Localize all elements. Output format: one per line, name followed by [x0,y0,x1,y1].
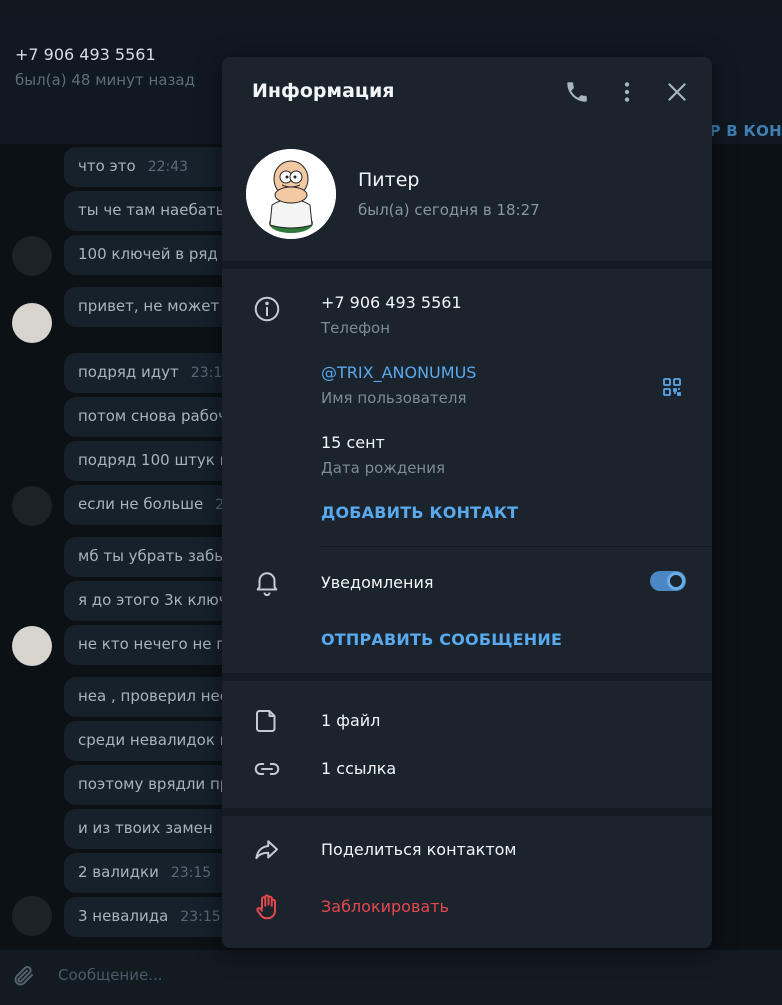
message-text: ты че там наебать [78,201,225,219]
message-text: 3 невалида [78,907,169,925]
chat-status: был(а) 48 минут назад [15,71,195,89]
info-panel: Информация Питер был(а) сегодня в 18:27 … [222,57,712,948]
block-hand-icon [252,892,282,922]
block-button[interactable]: Заблокировать [321,897,449,916]
send-message-button[interactable]: ОТПРАВИТЬ СООБЩЕНИЕ [321,630,562,649]
window-top-bar [0,0,782,18]
add-contact-button[interactable]: ДОБАВИТЬ КОНТАКТ [321,503,518,522]
profile-summary: Питер был(а) сегодня в 18:27 [222,127,712,261]
username-value[interactable]: @TRIX_ANONUMUS [321,363,476,382]
profile-name: Питер [358,169,420,191]
chat-title[interactable]: +7 906 493 5561 [15,45,156,64]
attach-icon[interactable] [12,964,36,992]
notifications-toggle[interactable] [650,571,686,591]
avatar[interactable] [12,236,52,276]
message-text: не кто нечего не п [78,635,227,653]
links-item[interactable]: 1 ссылка [321,759,396,778]
profile-status: был(а) сегодня в 18:27 [358,201,540,219]
row-divider [320,546,712,547]
toggle-knob [667,572,685,590]
link-icon [252,754,282,784]
more-vertical-icon[interactable] [614,79,640,105]
message-text: если не больше [78,495,204,513]
birthday-label: Дата рождения [321,459,445,477]
message-time: 22:43 [147,159,189,175]
share-icon [252,835,282,865]
message-composer[interactable]: Сообщение... [0,950,782,1005]
message-text: подряд 100 штук н [78,451,230,469]
info-title: Информация [252,80,395,102]
message-time: 23:15 [180,909,221,925]
message-time: 23:15 [170,865,212,881]
share-contact-button[interactable]: Поделиться контактом [321,840,517,859]
username-label: Имя пользователя [321,389,467,407]
avatar[interactable] [12,626,52,666]
message-input[interactable]: Сообщение... [58,966,163,984]
message-text: потом снова рабоч [78,407,228,425]
section-divider [222,673,712,681]
avatar[interactable] [12,486,52,526]
message-text: неа , проверил нес [78,687,229,705]
message-text: и из твоих замен [78,819,213,837]
section-divider [222,261,712,269]
message-text: привет, не может б [78,297,234,315]
message-text: поэтому врядли пр [78,775,230,793]
message-text: что это [78,157,136,175]
qr-code-icon[interactable] [660,375,684,399]
bell-icon [252,567,282,597]
message-text: подряд идут [78,363,179,381]
file-icon [252,706,282,736]
birthday-value[interactable]: 15 сент [321,433,385,452]
phone-label: Телефон [321,319,391,337]
files-item[interactable]: 1 файл [321,711,380,730]
profile-avatar[interactable] [246,149,336,239]
message-text: 2 валидки [78,863,159,881]
message-text: мб ты убрать забы [78,547,227,565]
avatar[interactable] [12,896,52,936]
message-text: 100 ключей в ряд н [78,245,233,263]
phone-value[interactable]: +7 906 493 5561 [321,293,462,312]
avatar[interactable] [12,303,52,343]
message-text: среди невалидок г [78,731,228,749]
close-icon[interactable] [664,79,690,105]
message-text: я до этого 3к ключ [78,591,228,609]
section-divider [222,808,712,816]
info-icon [252,294,282,324]
message-time: 23:1 [190,365,223,381]
info-header: Информация [222,57,712,127]
notifications-label: Уведомления [321,573,434,592]
phone-icon[interactable] [564,79,590,105]
